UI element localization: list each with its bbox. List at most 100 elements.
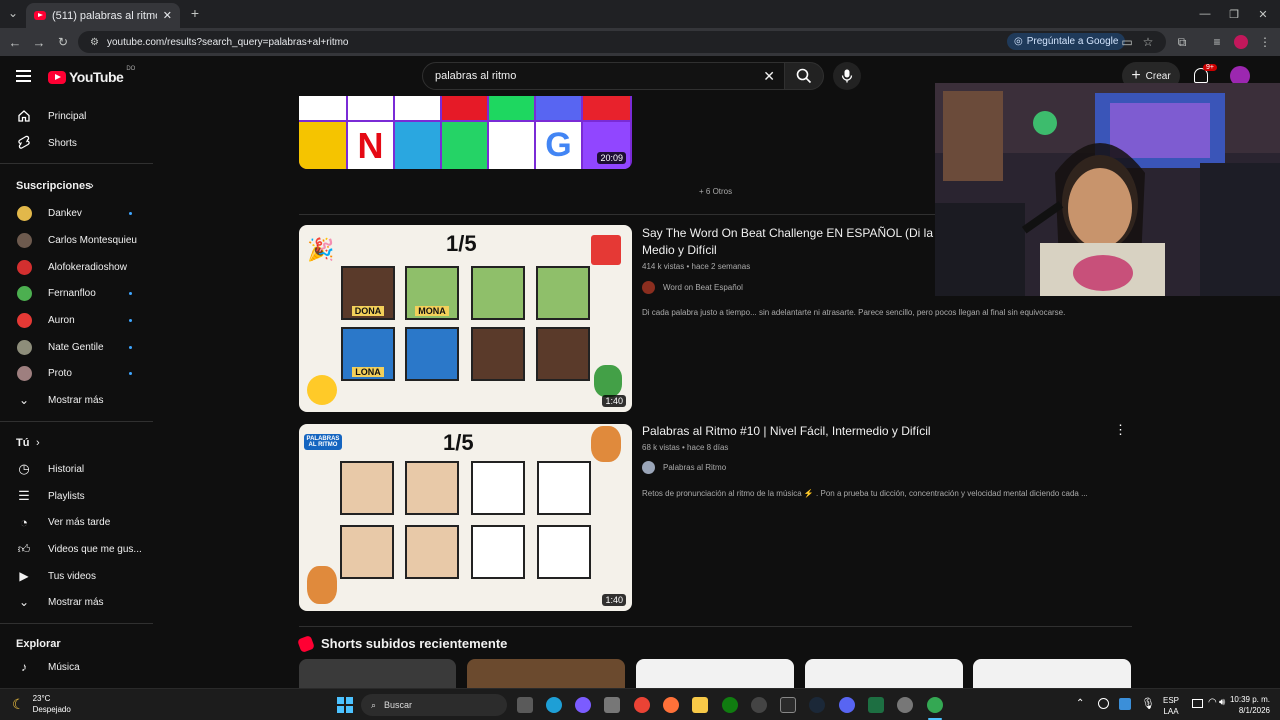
sidebar-item-watch-later[interactable]: ◔ Ver más tarde	[0, 509, 153, 535]
search-button[interactable]	[784, 62, 824, 90]
video-title[interactable]: Say The Word On Beat Challenge EN ESPAÑO…	[642, 225, 950, 259]
close-window-icon[interactable]: ✕	[1246, 0, 1280, 28]
video-thumbnail[interactable]: 1/5 PALABRAS AL RITMO 1:40	[299, 424, 632, 611]
xbox-icon[interactable]	[722, 697, 738, 713]
short-thumbnail[interactable]	[973, 659, 1131, 688]
grid-cell-donut	[471, 327, 525, 381]
voice-search-button[interactable]	[833, 62, 861, 90]
channel-name: Carlos Montesquieu	[48, 234, 137, 246]
sidebar-channel[interactable]: Proto	[0, 360, 153, 386]
video-options-kebab-icon[interactable]: ⋮	[1114, 422, 1127, 438]
network-icon[interactable]: ◠	[1208, 697, 1217, 708]
sidebar-show-more[interactable]: ⌄ Mostrar más	[0, 387, 153, 413]
chrome-icon[interactable]	[634, 697, 650, 713]
new-tab-icon[interactable]: +	[188, 5, 202, 21]
windows-start-icon[interactable]	[337, 697, 353, 713]
profile-avatar[interactable]	[1234, 35, 1248, 49]
short-thumbnail[interactable]	[467, 659, 625, 688]
sidebar-channel[interactable]: Alofokeradioshow	[0, 254, 153, 280]
sidebar-channel[interactable]: Auron	[0, 307, 153, 333]
sidebar-channel[interactable]: Nate Gentile	[0, 334, 153, 360]
bookmark-star-icon[interactable]: ☆	[1141, 34, 1155, 50]
clock[interactable]: 10:39 p. m. 8/1/2026	[1226, 694, 1270, 716]
grid-cell-woman	[340, 461, 394, 515]
edge-icon[interactable]	[546, 697, 562, 713]
youtube-logo[interactable]: YouTube DO	[48, 66, 135, 85]
more-others-button[interactable]: + 6 Otros	[699, 187, 732, 196]
sidebar-item-history[interactable]: ◷ Historial	[0, 456, 153, 482]
language-indicator[interactable]: ESP LAA	[1163, 695, 1179, 717]
hamburger-menu-icon[interactable]	[16, 70, 31, 82]
app-icon[interactable]	[604, 697, 620, 713]
sidebar-label: Ver más tarde	[48, 516, 111, 528]
music-icon: ♪	[21, 660, 27, 674]
tray-mic-icon[interactable]: 🎙︎	[1141, 697, 1155, 710]
tray-app-icon[interactable]	[1098, 698, 1109, 709]
grid-cell-woman	[405, 461, 459, 515]
roblox-icon	[489, 122, 534, 169]
thumbnail-counter: 1/5	[446, 231, 477, 256]
excel-icon[interactable]	[868, 697, 884, 713]
sidebar-you-header[interactable]: Tú ›	[0, 430, 153, 456]
explore-heading: Explorar	[16, 638, 61, 650]
reload-icon[interactable]: ↻	[56, 34, 70, 50]
extensions-icon[interactable]: ⧉	[1175, 34, 1189, 50]
video-thumbnail[interactable]: N G 20:09	[299, 96, 632, 169]
grid-cell-pineapple	[537, 525, 591, 579]
tab-search-icon[interactable]: ⌄	[6, 6, 20, 20]
ask-google-button[interactable]: ◎ Pregúntale a Google	[1007, 33, 1126, 50]
sidebar-channel[interactable]: Dankev	[0, 200, 153, 226]
cast-icon[interactable]: ▭	[1120, 34, 1134, 50]
sidebar-item-your-videos[interactable]: ▶ Tus videos	[0, 563, 153, 589]
sidebar-item-home[interactable]: Principal	[0, 103, 153, 129]
video-description: Retos de pronunciación al ritmo de la mú…	[642, 489, 1088, 498]
chrome-active-icon[interactable]	[927, 697, 943, 713]
firefox-icon[interactable]	[663, 697, 679, 713]
weather-widget[interactable]: ☾ 23°C Despejado	[12, 693, 71, 715]
language-code: ESP	[1163, 696, 1180, 705]
volume-icon[interactable]: 🔊︎	[1219, 697, 1225, 708]
moon-icon: ☾	[12, 695, 25, 712]
sidebar-item-shorts[interactable]: Shorts	[0, 130, 153, 156]
task-view-icon[interactable]	[517, 697, 533, 713]
epic-games-icon[interactable]	[780, 697, 796, 713]
short-thumbnail[interactable]	[299, 659, 456, 688]
forward-icon[interactable]: →	[32, 34, 46, 50]
discord-icon[interactable]	[839, 697, 855, 713]
back-icon[interactable]: ←	[8, 34, 22, 50]
video-channel[interactable]: Word on Beat Español	[642, 281, 743, 294]
browser-tab[interactable]: (511) palabras al ritmo - YouTube ✕	[26, 3, 180, 28]
windows-taskbar: ☾ 23°C Despejado ⌕ Buscar ⌃ 🎙︎ ESP LAA ◠…	[0, 688, 1280, 720]
clear-search-icon[interactable]: ✕	[763, 68, 775, 85]
video-channel[interactable]: Palabras al Ritmo	[642, 461, 726, 474]
app-icon[interactable]	[751, 697, 767, 713]
tray-app-icon[interactable]	[1119, 698, 1131, 710]
sidebar-item-music[interactable]: ♪ Música	[0, 654, 153, 680]
site-info-icon[interactable]: ⚙	[90, 37, 99, 48]
display-icon[interactable]	[1192, 699, 1203, 708]
address-bar[interactable]: ⚙ youtube.com/results?search_query=palab…	[78, 31, 1166, 53]
video-thumbnail[interactable]: 1/5 🎉 DONA MONA LONA 1:40	[299, 225, 632, 412]
file-explorer-icon[interactable]	[692, 697, 708, 713]
notifications-badge: 9+	[1203, 64, 1217, 71]
sidebar-channel[interactable]: Fernanfloo	[0, 280, 153, 306]
copilot-icon[interactable]	[575, 697, 591, 713]
reading-list-icon[interactable]: ≡	[1210, 34, 1224, 50]
steam-icon[interactable]	[809, 697, 825, 713]
tray-chevron-icon[interactable]: ⌃	[1076, 698, 1084, 709]
short-thumbnail[interactable]	[636, 659, 794, 688]
grid-cell-woman	[340, 525, 394, 579]
sidebar-channel[interactable]: Carlos Montesquieu	[0, 227, 153, 253]
chatgpt-icon	[348, 96, 393, 120]
sidebar-subscriptions-header[interactable]: Suscripciones ›	[0, 173, 153, 199]
search-input[interactable]: palabras al ritmo ✕	[422, 62, 788, 90]
sidebar-item-liked[interactable]: 👍︎ Videos que me gus...	[0, 536, 153, 562]
settings-icon[interactable]	[897, 697, 913, 713]
taskbar-search[interactable]: ⌕ Buscar	[361, 694, 507, 716]
sidebar-show-more[interactable]: ⌄ Mostrar más	[0, 589, 153, 615]
short-thumbnail[interactable]	[805, 659, 963, 688]
menu-kebab-icon[interactable]: ⋮	[1259, 34, 1271, 50]
close-tab-icon[interactable]: ✕	[163, 9, 172, 22]
video-title[interactable]: Palabras al Ritmo #10 | Nivel Fácil, Int…	[642, 423, 931, 440]
sidebar-item-playlists[interactable]: ☰ Playlists	[0, 483, 153, 509]
